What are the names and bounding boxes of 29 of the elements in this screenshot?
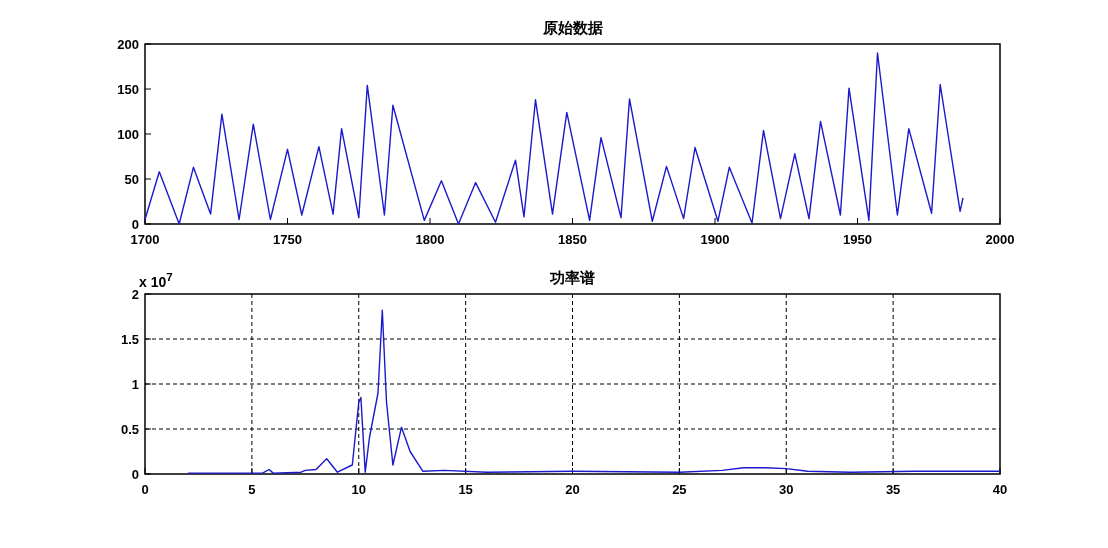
x-tick-label: 2000 bbox=[985, 232, 1015, 247]
y-tick-label: 50 bbox=[124, 172, 139, 187]
x-tick-label: 20 bbox=[565, 482, 580, 497]
x-tick-label: 1800 bbox=[415, 232, 445, 247]
chart-title: 原始数据 bbox=[542, 19, 603, 38]
x-tick-label: 5 bbox=[248, 482, 256, 497]
x-tick-label: 1750 bbox=[273, 232, 302, 247]
x-tick-label: 35 bbox=[885, 482, 901, 497]
x-tick-label: 1850 bbox=[558, 232, 587, 247]
x-tick-label: 15 bbox=[458, 482, 473, 497]
x-tick-label: 25 bbox=[672, 482, 687, 497]
x-tick-label: 1950 bbox=[843, 232, 872, 247]
y-tick-label: 150 bbox=[117, 82, 139, 97]
chart-title: 功率谱 bbox=[550, 269, 595, 288]
x-tick-label: 30 bbox=[779, 482, 794, 497]
y-tick-label: 100 bbox=[117, 127, 139, 142]
y-tick-label: 200 bbox=[117, 38, 139, 52]
y-tick-label: 0 bbox=[131, 217, 139, 232]
x-tick-label: 40 bbox=[992, 482, 1008, 497]
y-tick-label: 0 bbox=[131, 467, 139, 482]
x-tick-label: 1900 bbox=[700, 232, 730, 247]
y-tick-label: 2 bbox=[131, 288, 139, 302]
x-tick-label: 1700 bbox=[130, 232, 160, 247]
y-tick-label: 1.5 bbox=[120, 332, 139, 347]
x-tick-label: 0 bbox=[141, 482, 149, 497]
x-tick-label: 10 bbox=[351, 482, 366, 497]
y-tick-label: 0.5 bbox=[120, 422, 139, 437]
axis-multiplier: x 10$^{7}$ bbox=[139, 270, 173, 290]
y-tick-label: 1 bbox=[131, 377, 139, 392]
